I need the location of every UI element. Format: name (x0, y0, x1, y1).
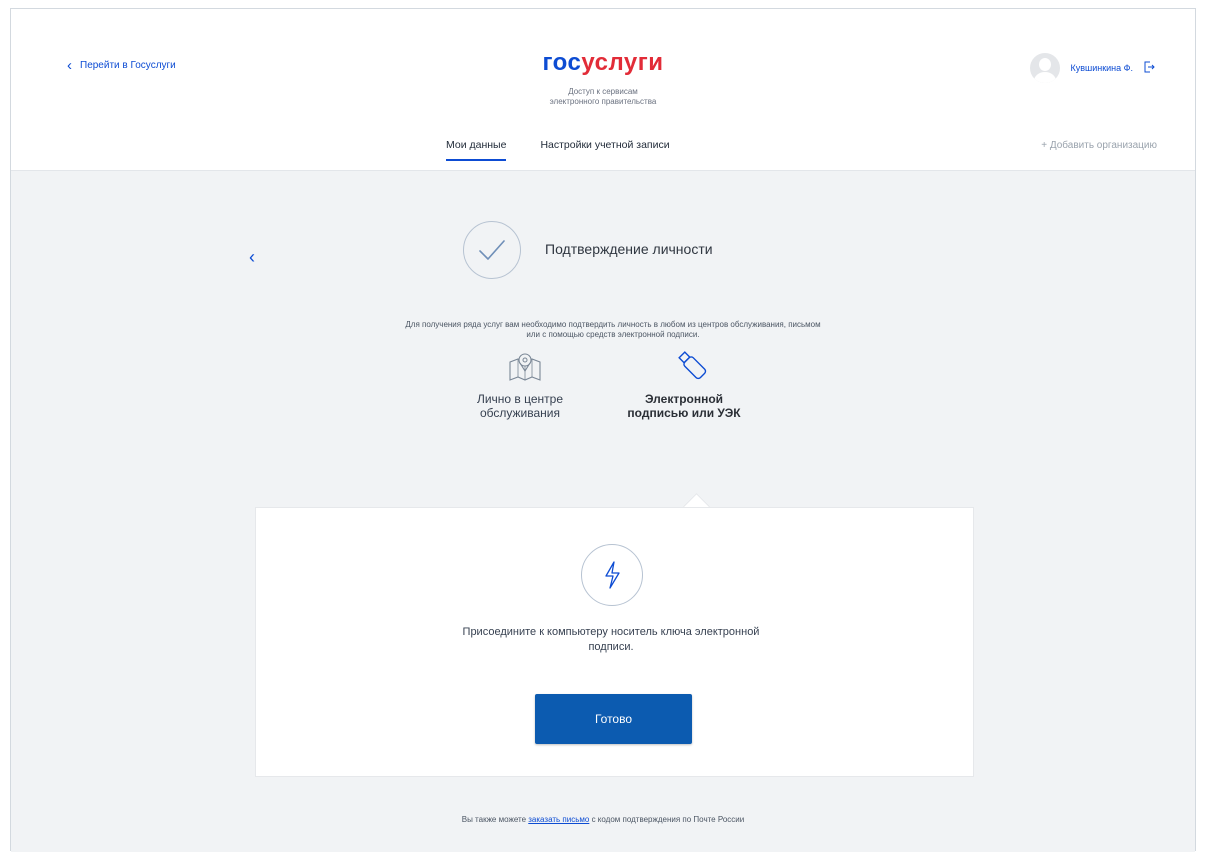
step-back-button[interactable]: ‹ (249, 247, 255, 268)
lightning-icon (581, 544, 643, 606)
card-instruction-line-2: подписи. (588, 641, 634, 653)
user-name[interactable]: Кувшинкина Ф. (1070, 63, 1133, 73)
tab-account-settings[interactable]: Настройки учетной записи (540, 139, 669, 161)
method-electronic-signature[interactable]: Электронной подписью или УЭК (609, 392, 759, 420)
add-organization-link[interactable]: + Добавить организацию (1041, 140, 1157, 151)
map-pin-icon[interactable] (508, 352, 542, 387)
method-in-person-line-2: обслуживания (479, 406, 561, 420)
method-signature-line-1: Электронной (644, 392, 724, 406)
method-in-person-line-1: Лично в центре (476, 392, 564, 406)
signature-card: Присоедините к компьютеру носитель ключа… (255, 507, 974, 777)
tab-my-data[interactable]: Мои данные (446, 139, 507, 161)
description-line-2: или с помощью средств электронной подпис… (526, 330, 700, 339)
card-instruction-line-1: Присоедините к компьютеру носитель ключа… (462, 626, 760, 638)
avatar[interactable] (1030, 53, 1061, 83)
usb-key-icon[interactable] (674, 347, 714, 392)
check-icon (463, 221, 521, 279)
account-tabs: Мои данные Настройки учетной записи (446, 139, 670, 161)
logo-part-gos: гос (542, 49, 582, 76)
logout-icon[interactable] (1143, 61, 1155, 76)
main-content: ‹ Подтверждение личности Для получения р… (11, 171, 1195, 852)
tagline-line-1: Доступ к сервисам (568, 87, 638, 96)
method-signature-line-2: подписью или УЭК (627, 406, 741, 420)
description-text: Для получения ряда услуг вам необходимо … (287, 320, 939, 340)
card-instruction: Присоедините к компьютеру носитель ключа… (396, 625, 826, 655)
logo-part-uslugi: услуги (581, 49, 664, 76)
page-header: ‹ Перейти в Госуслуги госуслуги Доступ к… (11, 9, 1195, 171)
browser-frame: ‹ Перейти в Госуслуги госуслуги Доступ к… (10, 8, 1196, 852)
ready-button[interactable]: Готово (535, 694, 692, 744)
user-menu[interactable]: Кувшинкина Ф. (1030, 53, 1155, 83)
footer-text-before: Вы также можете (461, 815, 527, 824)
order-letter-link[interactable]: заказать письмо (528, 815, 589, 824)
logo-tagline: Доступ к сервисам электронного правитель… (11, 87, 1195, 107)
footer-note: Вы также можете заказать письмо с кодом … (11, 815, 1195, 824)
tagline-line-2: электронного правительства (549, 97, 657, 106)
method-in-person[interactable]: Лично в центре обслуживания (454, 392, 586, 420)
gosuslugi-logo[interactable]: госуслуги (11, 49, 1195, 77)
step-title: Подтверждение личности (545, 241, 713, 257)
footer-text-after: с кодом подтверждения по Почте России (591, 815, 745, 824)
description-line-1: Для получения ряда услуг вам необходимо … (405, 320, 821, 329)
